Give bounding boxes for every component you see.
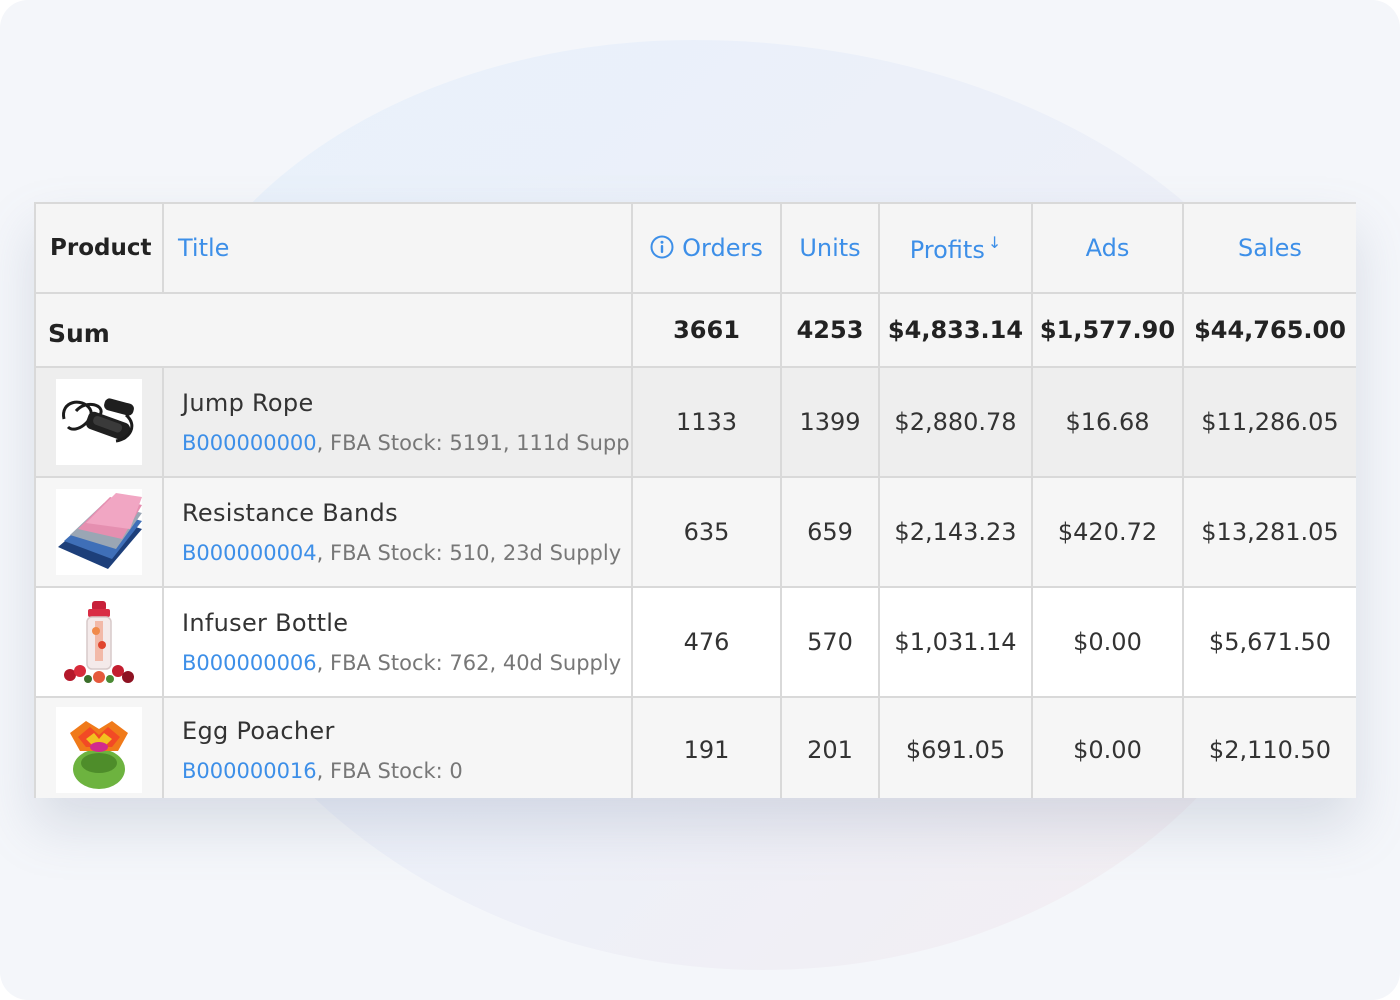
product-table-card: Product Title Orders Units Profits ↓ Ads … (34, 202, 1356, 798)
header-profits-label[interactable]: Profits (910, 236, 985, 264)
jump-rope-image[interactable] (56, 379, 142, 465)
profits-cell: $1,031.14 (878, 586, 1033, 698)
product-meta: B000000004, FBA Stock: 510, 23d Supply (182, 541, 630, 565)
ads-cell: $16.68 (1031, 366, 1184, 478)
header-sales-label[interactable]: Sales (1238, 234, 1302, 262)
header-profits[interactable]: Profits ↓ (878, 202, 1033, 294)
table-row[interactable]: Jump Rope B000000000, FBA Stock: 5191, 1… (34, 366, 1356, 478)
resistance-bands-image[interactable] (56, 489, 142, 575)
stock-info: , FBA Stock: 510, 23d Supply (316, 541, 622, 565)
header-title-label[interactable]: Title (178, 234, 229, 262)
product-table: Product Title Orders Units Profits ↓ Ads … (34, 202, 1356, 798)
units-cell: 659 (780, 476, 880, 588)
table-row[interactable]: Resistance Bands B000000004, FBA Stock: … (34, 476, 1356, 588)
profits-cell: $691.05 (878, 696, 1033, 798)
asin-link[interactable]: B000000000 (182, 431, 317, 455)
profits-cell: $2,143.23 (878, 476, 1033, 588)
sum-units: 4253 (780, 292, 880, 368)
sum-sales: $44,765.00 (1182, 292, 1356, 368)
product-title-cell: Infuser Bottle B000000006, FBA Stock: 76… (162, 586, 633, 698)
header-product: Product (34, 202, 164, 294)
infuser-bottle-image[interactable] (56, 599, 142, 685)
product-title-cell: Jump Rope B000000000, FBA Stock: 5191, 1… (162, 366, 633, 478)
egg-poacher-image[interactable] (56, 707, 142, 793)
product-meta: B000000016, FBA Stock: 0 (182, 759, 630, 783)
table-header-row: Product Title Orders Units Profits ↓ Ads … (34, 202, 1356, 294)
product-image-cell (34, 696, 164, 798)
stock-info: , FBA Stock: 0 (316, 759, 463, 783)
ads-cell: $0.00 (1031, 696, 1184, 798)
units-cell: 1399 (780, 366, 880, 478)
sort-desc-icon[interactable]: ↓ (988, 233, 1001, 252)
sum-ads: $1,577.90 (1031, 292, 1184, 368)
product-image-cell (34, 586, 164, 698)
header-ads-label[interactable]: Ads (1086, 234, 1130, 262)
product-meta: B000000006, FBA Stock: 762, 40d Supply (182, 651, 630, 675)
sales-cell: $2,110.50 (1182, 696, 1356, 798)
asin-link[interactable]: B000000016 (182, 759, 317, 783)
header-title[interactable]: Title (162, 202, 633, 294)
stock-info: , FBA Stock: 762, 40d Supply (316, 651, 622, 675)
orders-cell: 635 (631, 476, 782, 588)
product-title-cell: Resistance Bands B000000004, FBA Stock: … (162, 476, 633, 588)
sales-cell: $5,671.50 (1182, 586, 1356, 698)
sum-orders: 3661 (631, 292, 782, 368)
product-title-cell: Egg Poacher B000000016, FBA Stock: 0 (162, 696, 633, 798)
profits-cell: $2,880.78 (878, 366, 1033, 478)
units-cell: 201 (780, 696, 880, 798)
sales-cell: $13,281.05 (1182, 476, 1356, 588)
table-row[interactable]: Infuser Bottle B000000006, FBA Stock: 76… (34, 586, 1356, 698)
product-title: Egg Poacher (182, 717, 335, 745)
page-frame: Product Title Orders Units Profits ↓ Ads … (0, 0, 1400, 1000)
product-title: Infuser Bottle (182, 609, 349, 637)
orders-cell: 1133 (631, 366, 782, 478)
product-title: Resistance Bands (182, 499, 398, 527)
header-ads[interactable]: Ads (1031, 202, 1184, 294)
sum-row: Sum 3661 4253 $4,833.14 $1,577.90 $44,76… (34, 292, 1356, 368)
product-meta: B000000000, FBA Stock: 5191, 111d Supply (182, 431, 632, 455)
sum-label: Sum (34, 292, 633, 368)
header-units[interactable]: Units (780, 202, 880, 294)
info-icon[interactable] (650, 235, 674, 259)
header-units-label[interactable]: Units (799, 234, 860, 262)
product-image-cell (34, 366, 164, 478)
header-orders[interactable]: Orders (631, 202, 782, 294)
header-orders-label[interactable]: Orders (682, 234, 763, 262)
product-title: Jump Rope (182, 389, 314, 417)
sum-profits: $4,833.14 (878, 292, 1033, 368)
table-row[interactable]: Egg Poacher B000000016, FBA Stock: 0 191… (34, 696, 1356, 798)
product-image-cell (34, 476, 164, 588)
orders-cell: 191 (631, 696, 782, 798)
stock-info: , FBA Stock: 5191, 111d Supply (316, 431, 632, 455)
asin-link[interactable]: B000000006 (182, 651, 317, 675)
sales-cell: $11,286.05 (1182, 366, 1356, 478)
units-cell: 570 (780, 586, 880, 698)
header-sales[interactable]: Sales (1182, 202, 1356, 294)
ads-cell: $420.72 (1031, 476, 1184, 588)
asin-link[interactable]: B000000004 (182, 541, 317, 565)
ads-cell: $0.00 (1031, 586, 1184, 698)
orders-cell: 476 (631, 586, 782, 698)
